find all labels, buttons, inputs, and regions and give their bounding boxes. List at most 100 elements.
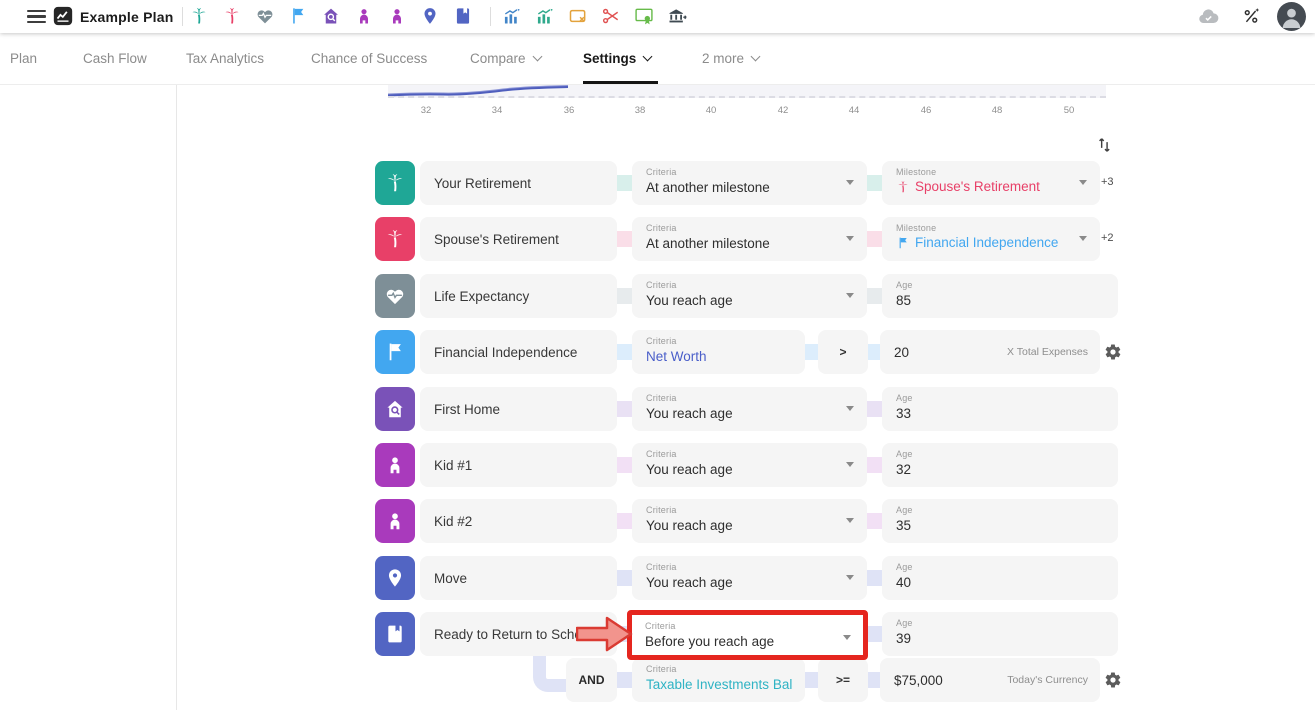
operator-select[interactable]: > [818, 330, 868, 374]
tab-settings[interactable]: Settings [583, 33, 651, 84]
criteria-select[interactable]: Criteria You reach age [632, 274, 867, 318]
criteria-label: Criteria [646, 664, 793, 674]
age-input[interactable]: Age 32 [882, 443, 1118, 487]
chart-arrow-icon[interactable] [502, 6, 522, 26]
bank-arrow-icon[interactable] [667, 6, 687, 26]
connector [617, 231, 632, 247]
percent-sparkle-icon[interactable] [1241, 6, 1261, 26]
milestone-name-field[interactable]: Kid #2 [420, 499, 617, 543]
tab-chance-of-success[interactable]: Chance of Success [311, 33, 427, 84]
user-avatar[interactable] [1277, 2, 1306, 31]
tab-2-more[interactable]: 2 more [702, 33, 759, 84]
criteria-select[interactable]: Criteria You reach age [632, 556, 867, 600]
milestone-target-select[interactable]: Milestone Spouse's Retirement [882, 161, 1100, 205]
milestone-row-financial-independence: Financial Independence Criteria Net Wort… [0, 330, 1315, 374]
book-icon[interactable] [453, 6, 473, 26]
age-input[interactable]: Age 35 [882, 499, 1118, 543]
milestone-row-kid-1: Kid #1 Criteria You reach age Age 32 [0, 443, 1315, 487]
tab-cash-flow[interactable]: Cash Flow [83, 33, 147, 84]
map-pin-icon[interactable] [420, 6, 440, 26]
map-pin-icon[interactable] [375, 556, 415, 600]
milestone-name-field[interactable]: Kid #1 [420, 443, 617, 487]
age-input[interactable]: Age 40 [882, 556, 1118, 600]
criteria-select[interactable]: Criteria At another milestone [632, 217, 867, 261]
criteria-value: You reach age [646, 575, 855, 590]
age-input[interactable]: Age 39 [882, 612, 1118, 656]
criteria-select[interactable]: Criteria Net Worth [632, 330, 805, 374]
connector [805, 672, 818, 688]
milestone-name-field[interactable]: Financial Independence [420, 330, 617, 374]
and-operator-badge: AND [566, 658, 617, 702]
tab-label: Cash Flow [83, 51, 147, 66]
criteria-select[interactable]: Criteria You reach age [632, 443, 867, 487]
flag-icon[interactable] [375, 330, 415, 374]
x-axis-tick: 40 [698, 105, 724, 116]
milestone-row-move: Move Criteria You reach age Age 40 [0, 556, 1315, 600]
chevron-down-icon [532, 52, 542, 62]
hamburger-menu-icon[interactable] [27, 10, 46, 24]
operator-select[interactable]: >= [818, 658, 868, 702]
milestone-name: Move [434, 571, 467, 586]
criteria-select[interactable]: Criteria Taxable Investments Balan... [632, 658, 805, 702]
heart-pulse-icon[interactable] [375, 274, 415, 318]
milestone-target-select[interactable]: Milestone Financial Independence [882, 217, 1100, 261]
chart-arrow-icon[interactable] [535, 6, 555, 26]
gear-icon[interactable] [1104, 343, 1122, 361]
unit-label: X Total Expenses [1007, 346, 1088, 358]
tab-label: Compare [470, 51, 526, 66]
home-search-icon[interactable] [375, 387, 415, 431]
certificate-icon[interactable] [634, 6, 654, 26]
connector [617, 344, 632, 360]
milestone-name-field[interactable]: First Home [420, 387, 617, 431]
x-axis-tick: 50 [1056, 105, 1082, 116]
person-icon[interactable] [387, 6, 407, 26]
criteria-value: At another milestone [646, 236, 855, 251]
milestone-row-ready-to-return-to-school: Ready to Return to School Criteria Befor… [0, 612, 1315, 656]
connector [617, 570, 632, 586]
age-input[interactable]: Age 85 [882, 274, 1118, 318]
heart-pulse-icon[interactable] [255, 6, 275, 26]
person-icon[interactable] [354, 6, 374, 26]
criteria-value: You reach age [646, 293, 855, 308]
criteria-select[interactable]: Criteria At another milestone [632, 161, 867, 205]
card-x-icon[interactable] [568, 6, 588, 26]
criteria-label: Criteria [646, 505, 855, 515]
tab-plan[interactable]: Plan [10, 33, 37, 84]
criteria-label: Criteria [646, 393, 855, 403]
home-search-icon[interactable] [321, 6, 341, 26]
chevron-down-icon [846, 180, 854, 185]
app-bar: Example Plan [0, 0, 1315, 33]
gear-icon[interactable] [1104, 671, 1122, 689]
person-icon[interactable] [375, 499, 415, 543]
plus-count-badge: +3 [1101, 176, 1114, 188]
milestone-name-field[interactable]: Move [420, 556, 617, 600]
milestone-name-field[interactable]: Spouse's Retirement [420, 217, 617, 261]
palm-tree-icon[interactable] [189, 6, 209, 26]
milestone-name-field[interactable]: Life Expectancy [420, 274, 617, 318]
book-icon[interactable] [375, 612, 415, 656]
criteria-label: Criteria [646, 449, 855, 459]
connector [617, 401, 632, 417]
x-axis-tick: 48 [984, 105, 1010, 116]
criteria-select[interactable]: Criteria You reach age [632, 387, 867, 431]
and-condition-row: AND Criteria Taxable Investments Balan..… [0, 658, 1315, 702]
value-input[interactable]: $75,000 Today's Currency [880, 658, 1100, 702]
criteria-select[interactable]: Criteria You reach age [632, 499, 867, 543]
age-label: Age [896, 618, 1106, 628]
age-input[interactable]: Age 33 [882, 387, 1118, 431]
palm-tree-icon[interactable] [375, 161, 415, 205]
value-input[interactable]: 20 X Total Expenses [880, 330, 1100, 374]
connector [867, 175, 882, 191]
milestone-name-field[interactable]: Your Retirement [420, 161, 617, 205]
sort-icon[interactable] [1094, 135, 1116, 155]
scissors-icon[interactable] [601, 6, 621, 26]
palm-tree-icon[interactable] [222, 6, 242, 26]
flag-icon[interactable] [288, 6, 308, 26]
tab-tax-analytics[interactable]: Tax Analytics [186, 33, 264, 84]
connector [867, 401, 882, 417]
criteria-value: At another milestone [646, 180, 855, 195]
tab-compare[interactable]: Compare [470, 33, 541, 84]
person-icon[interactable] [375, 443, 415, 487]
milestone-name: Kid #2 [434, 514, 472, 529]
palm-tree-icon[interactable] [375, 217, 415, 261]
